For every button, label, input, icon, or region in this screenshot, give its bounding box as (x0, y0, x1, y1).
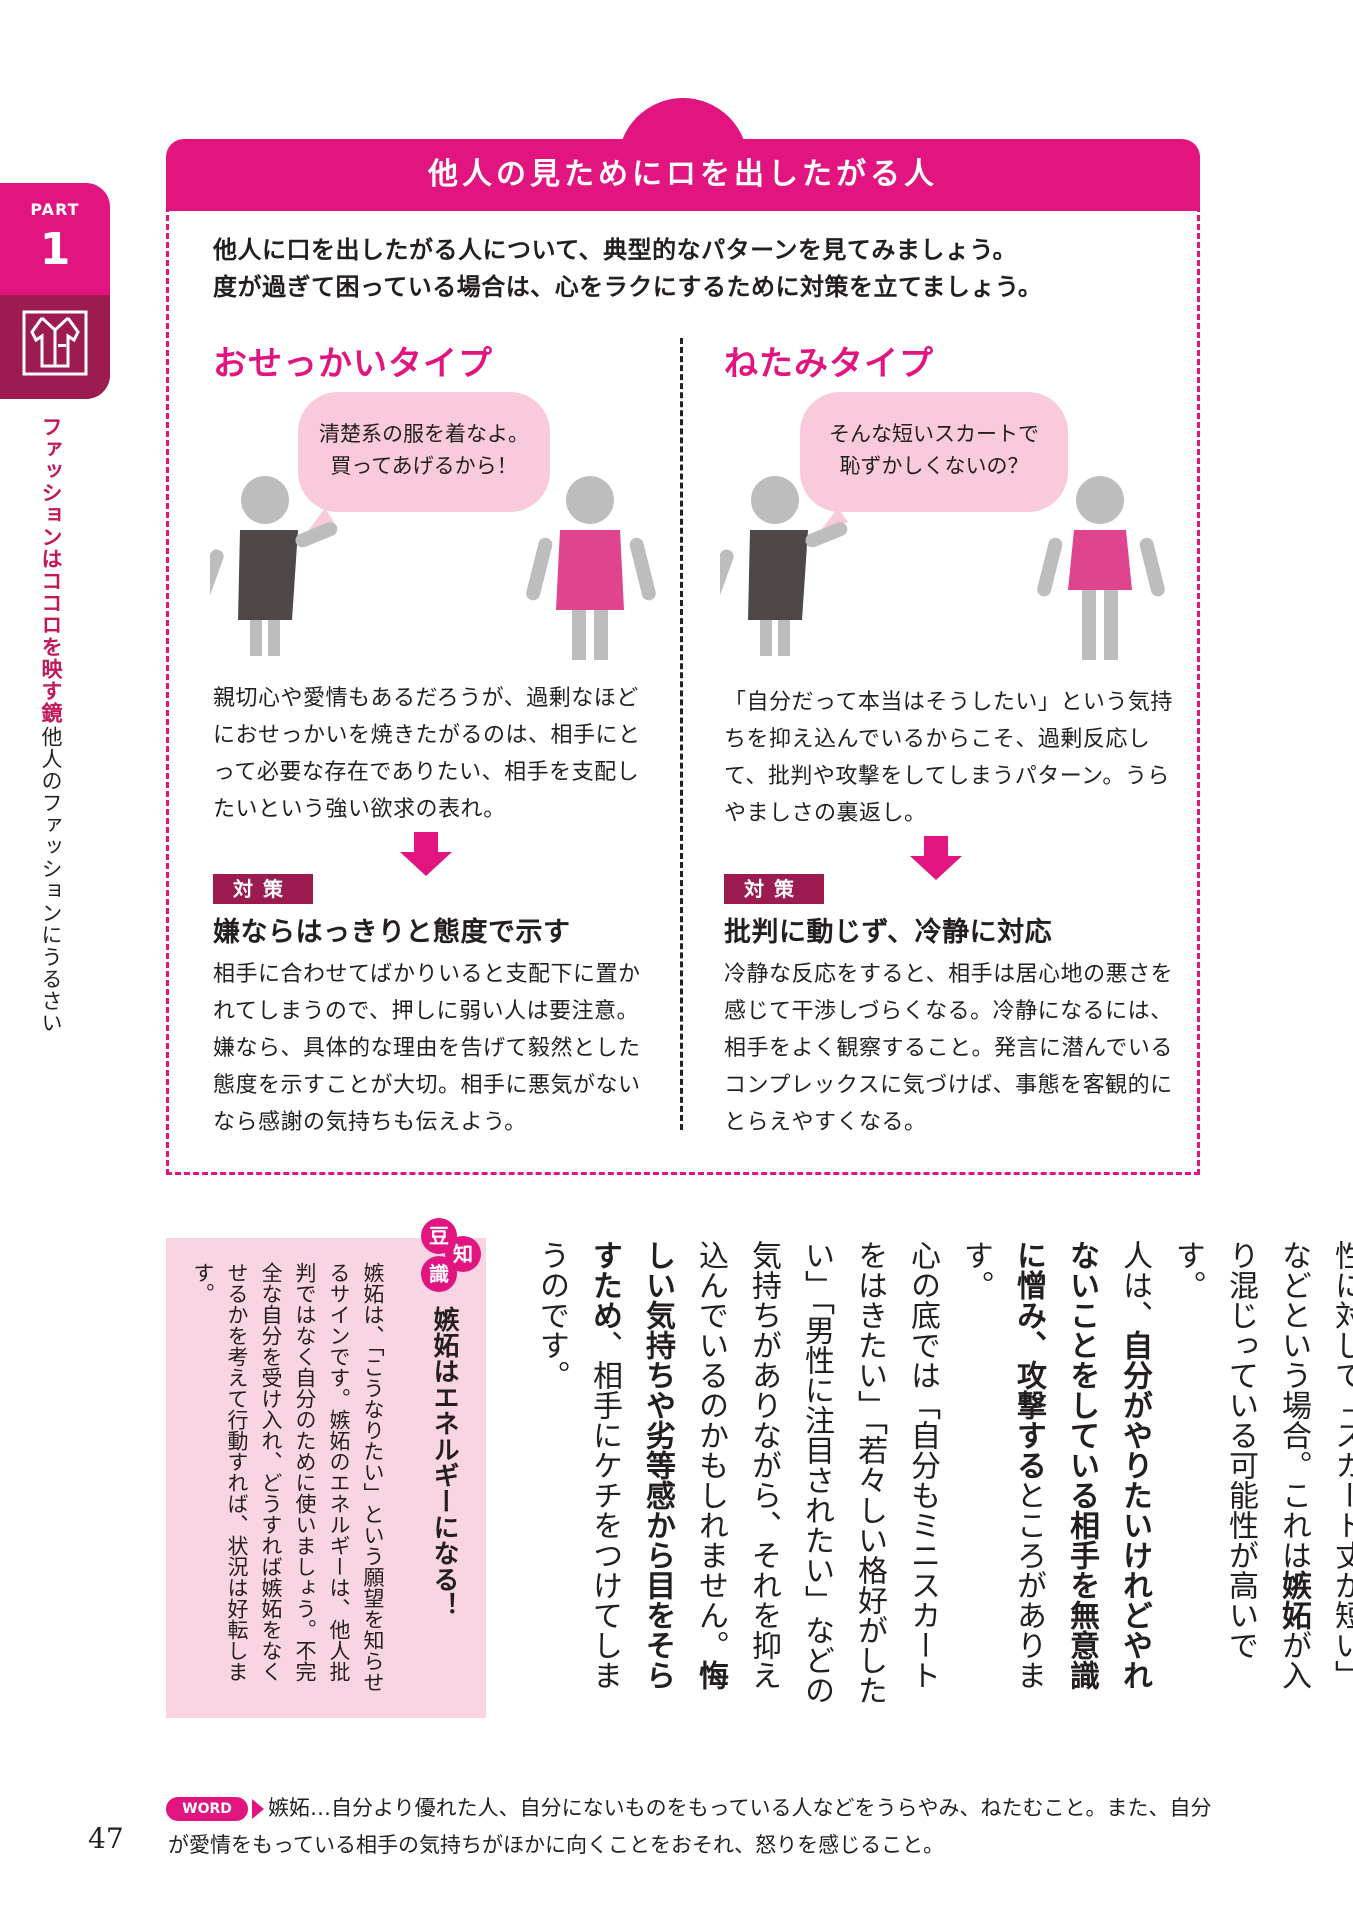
chapter-title: ファッションはココロを映す鏡 (39, 416, 63, 724)
intro-line-2: 度が過ぎて困っている場合は、心をラクにするために対策を立てましょう。 (213, 273, 1043, 301)
left-tactic-text: 相手に合わせてばかりいると支配下に置かれてしまうので、押しに弱い人は要注意。嫌な… (213, 962, 641, 1135)
trivia-label-char: 知 (453, 1242, 473, 1266)
text-run: 心の底では「自分もミニスカートをはきたい」「若々しい格好がしたい」「男性に注目さ… (693, 1240, 940, 1705)
left-illustration (210, 476, 656, 660)
word-definition: 嫉妬…自分より優れた人、自分にないものをもっている人などをうらやみ、ねたむこと。… (168, 1796, 1212, 1857)
left-tactic-badge: 対策 (213, 874, 313, 904)
right-tactic-text: 冷静な反応をすると、相手は居心地の悪さを感じて干渉しづらくなる。冷静になるには、… (724, 962, 1174, 1135)
chapter-subtitle: 他人のファッションにうるさい (39, 726, 63, 1034)
right-tactic-badge: 対策 (724, 874, 824, 904)
trivia-label-icon: 豆 知 識 (421, 1218, 481, 1292)
speaker-figure (210, 476, 338, 656)
speaker-figure (720, 476, 848, 656)
bubble-line: 清楚系の服を着なよ。 (319, 422, 529, 446)
left-tactic-title: 嫌ならはっきりと態度で示す (213, 917, 571, 948)
shirt-icon (22, 310, 88, 376)
main-body-text: 性に対して「スカート丈が短い」などという場合。これは嫉妬が入り混じっている可能性… (525, 1240, 1353, 1710)
right-description: 「自分だって本当はそうしたい」という気持ちを抑え込んでいるからこそ、過剰反応して… (724, 690, 1173, 826)
trivia-label-char: 豆 (429, 1224, 449, 1248)
part-label: PART (30, 200, 80, 219)
left-type-title: おせっかいタイプ (213, 344, 493, 384)
word-arrow-icon (252, 1799, 264, 1819)
page-number: 47 (88, 1822, 124, 1855)
trivia-title: 嫉妬はエネルギーになる！ (429, 1306, 459, 1618)
column-divider (680, 338, 683, 1130)
right-illustration (720, 476, 1165, 660)
keyword-jealousy: 嫉妬 (1276, 1570, 1311, 1630)
text-run: 人は、 (1117, 1240, 1152, 1330)
trivia-label-char: 識 (429, 1262, 449, 1286)
word-badge: WORD (166, 1797, 248, 1821)
intro-line-1: 他人に口を出したがる人について、典型的なパターンを見てみましょう。 (213, 236, 1017, 264)
box-title: 他人の見ためにロを出したがる人 (428, 157, 938, 192)
target-figure (526, 476, 656, 660)
right-tactic-title: 批判に動じず、冷静に対応 (724, 917, 1053, 948)
intro-text: 他人に口を出したがる人について、典型的なパターンを見てみましょう。 度が過ぎて困… (213, 232, 1173, 306)
right-type-title: ねたみタイプ (724, 344, 934, 384)
arrow-down-icon (910, 836, 962, 880)
target-figure (1037, 476, 1165, 660)
arrow-down-icon (400, 832, 452, 876)
bubble-line: そんな短いスカートで (829, 422, 1039, 446)
part-number: 1 (39, 224, 71, 275)
trivia-body: 嫉妬は、「こうなりたい」という願望を知らせるサインです。嫉妬のエネルギーは、他人… (191, 1262, 385, 1693)
left-description: 親切心や愛情もあるだろうが、過剰なほどにおせっかいを焼きたがるのは、相手にとって… (213, 686, 641, 822)
